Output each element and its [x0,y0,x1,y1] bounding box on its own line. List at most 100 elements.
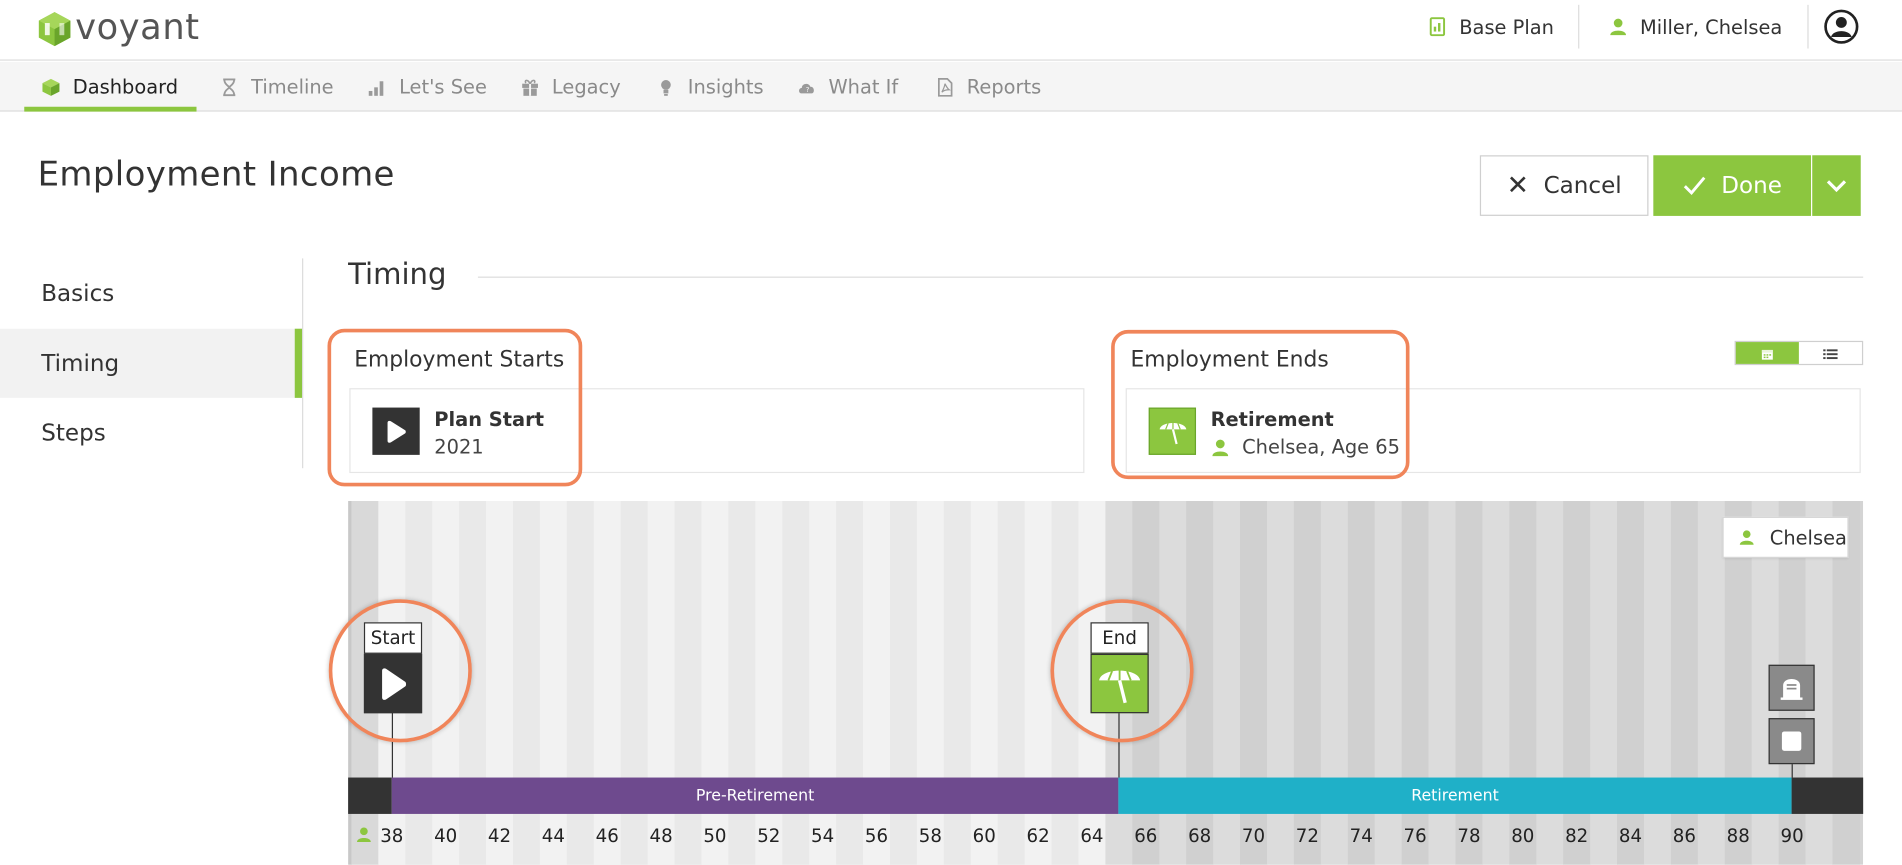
age-tick-label: 82 [1565,824,1589,847]
person-legend[interactable]: Chelsea [1722,516,1849,558]
header-divider [1807,4,1809,49]
tab-reports[interactable]: Reports [935,62,1041,112]
active-tab-indicator [24,106,197,112]
section-divider [477,276,1864,278]
tab-label: Insights [687,75,764,99]
phase-label: Pre-Retirement [695,786,815,805]
age-tick-label: 88 [1726,824,1750,847]
tab-label: Timeline [251,75,334,99]
phase-label: Retirement [1411,786,1499,805]
person-icon [355,825,372,848]
age-tick-label: 70 [1241,824,1266,847]
tab-timeline[interactable]: Timeline [220,62,334,112]
tab-dashboard[interactable]: Dashboard [41,62,178,112]
chevron-down-icon [1826,174,1848,197]
sidebar-active-indicator [294,328,303,398]
highlight-annotation [1050,599,1194,743]
tombstone-icon[interactable] [1768,664,1815,711]
app-root: voyant Base Plan Miller, Chelsea Dashboa… [0,0,1902,865]
top-header: voyant Base Plan Miller, Chelsea [0,0,1902,61]
person-name: Chelsea [1769,525,1847,549]
cancel-button[interactable]: ✕ Cancel [1479,155,1649,216]
stop-icon[interactable] [1768,718,1815,765]
logo-icon [38,12,71,47]
calendar-view-button[interactable] [1735,341,1799,364]
brand-wordmark: voyant [75,5,200,47]
highlight-annotation [328,599,472,743]
sidebar-item-label: Basics [41,279,115,307]
done-button[interactable]: Done [1653,155,1812,216]
age-tick-label: 66 [1134,824,1158,847]
highlight-annotation [1111,329,1410,480]
sidebar-item-steps[interactable]: Steps [0,398,302,467]
age-tick-label: 48 [649,824,673,847]
done-options-dropdown[interactable] [1812,155,1861,216]
header-divider [1578,4,1580,49]
age-tick-label: 40 [434,824,458,847]
tab-label: What If [828,75,899,99]
bar-chart-icon [368,77,387,96]
user-name: Miller, Chelsea [1639,15,1783,39]
user-selector[interactable]: Miller, Chelsea [1608,0,1782,53]
person-icon [1738,529,1755,546]
pre-retirement-bar[interactable]: Pre-Retirement [391,777,1119,814]
age-tick-label: 68 [1188,824,1212,847]
account-avatar-icon[interactable] [1823,8,1859,44]
cube-icon [41,77,60,96]
pdf-icon [935,77,954,97]
tab-lets-see[interactable]: Let's See [368,62,487,112]
age-tick-label: 86 [1672,824,1696,847]
timeline-bar-trailing [1791,777,1864,814]
hourglass-icon [220,77,239,96]
tab-what-if[interactable]: ? What If [797,62,898,112]
age-tick-label: 58 [918,824,942,847]
tab-insights[interactable]: Insights [656,62,764,112]
age-tick-label: 50 [703,824,727,847]
voyant-logo[interactable]: voyant [36,5,200,49]
sidebar-item-label: Timing [41,349,120,377]
view-toggle [1734,340,1864,366]
tab-label: Let's See [399,75,487,99]
sidebar-item-timing[interactable]: Timing [0,328,303,398]
svg-text:?: ? [806,85,810,94]
plan-label: Base Plan [1459,15,1554,39]
cloud-question-icon: ? [797,77,816,96]
check-icon [1682,175,1706,197]
age-tick-label: 78 [1457,824,1481,847]
list-icon [1823,341,1838,364]
age-tick-label: 80 [1511,824,1535,847]
sidebar-item-label: Steps [41,419,106,446]
age-tick-label: 76 [1403,824,1427,847]
done-label: Done [1721,172,1782,199]
age-tick-label: 60 [972,824,996,847]
age-tick-label: 38 [380,824,404,847]
age-tick-label: 62 [1026,824,1050,847]
age-tick-label: 84 [1618,824,1643,847]
age-tick-label: 64 [1080,824,1104,847]
tab-label: Reports [966,75,1042,99]
plan-icon [1428,17,1447,37]
calendar-icon [1761,341,1773,364]
tab-label: Dashboard [72,75,179,99]
age-tick-label: 72 [1295,824,1319,847]
cancel-label: Cancel [1543,172,1622,199]
page-title: Employment Income [37,154,395,195]
age-tick-label: 44 [541,824,565,847]
plan-selector[interactable]: Base Plan [1428,0,1554,53]
lightbulb-icon [656,77,675,96]
age-tick-label: 52 [757,824,781,847]
sidebar-divider [302,258,304,469]
age-tick-label: 74 [1349,824,1373,847]
user-icon [1608,17,1627,36]
age-tick-label: 90 [1780,824,1804,847]
sidebar-item-basics[interactable]: Basics [0,258,302,327]
main-nav: Dashboard Timeline Let's See Legacy Insi… [0,61,1902,112]
tab-label: Legacy [551,75,621,99]
age-tick-label: 46 [595,824,619,847]
tab-legacy[interactable]: Legacy [520,62,621,112]
list-view-button[interactable] [1799,342,1862,364]
timeline-bar-leading [348,777,392,814]
age-tick-label: 54 [811,824,835,847]
highlight-annotation [327,328,583,487]
retirement-bar[interactable]: Retirement [1118,777,1792,814]
